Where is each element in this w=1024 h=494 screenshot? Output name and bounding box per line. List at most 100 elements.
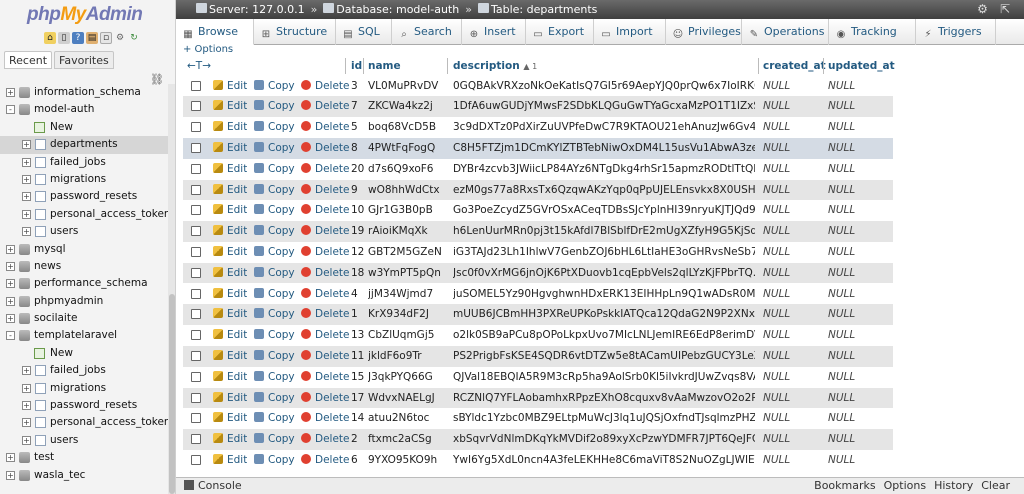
edit-link[interactable]: Edit [213,221,247,242]
edit-link[interactable]: Edit [213,304,247,325]
edit-link[interactable]: Edit [213,200,247,221]
copy-link[interactable]: Copy [254,200,295,221]
delete-link[interactable]: Delete [301,96,350,117]
console-bookmarks[interactable]: Bookmarks [814,479,875,492]
copy-link[interactable]: Copy [254,408,295,429]
tab-export[interactable]: ▭ Export [526,19,594,45]
reload-icon[interactable]: ↻ [128,32,140,44]
breadcrumb-database[interactable]: Database: model-auth [323,3,459,16]
row-checkbox[interactable] [191,184,201,195]
row-checkbox[interactable] [191,413,201,424]
new-table-node[interactable]: New [0,345,168,362]
edit-link[interactable]: Edit [213,76,247,97]
copy-link[interactable]: Copy [254,325,295,346]
edit-link[interactable]: Edit [213,263,247,284]
tab-browse[interactable]: ▦ Browse [176,19,254,45]
breadcrumb-table[interactable]: Table: departments [477,3,597,16]
expand-icon[interactable]: + [22,366,31,376]
query-window-icon[interactable]: ▫ [100,32,112,44]
edit-link[interactable]: Edit [213,96,247,117]
expand-icon[interactable]: + [22,435,31,445]
table-node[interactable]: + users [0,432,168,449]
tab-triggers[interactable]: ⚡ Triggers [916,19,996,45]
tab-import[interactable]: ▭ Import [594,19,666,45]
row-checkbox[interactable] [191,163,201,174]
settings-icon[interactable]: ⚙ [114,32,126,44]
recent-tab[interactable]: Recent [4,51,53,69]
database-node[interactable]: + socilaite [0,310,168,327]
edit-link[interactable]: Edit [213,325,247,346]
edit-link[interactable]: Edit [213,367,247,388]
help-icon[interactable]: ? [72,32,84,44]
row-checkbox[interactable] [191,350,201,361]
delete-link[interactable]: Delete [301,304,350,325]
delete-link[interactable]: Delete [301,263,350,284]
table-node[interactable]: + users [0,223,168,240]
collapse-icon[interactable]: ⇱ [1000,2,1010,16]
expand-icon[interactable]: + [6,453,15,463]
copy-link[interactable]: Copy [254,367,295,388]
delete-link[interactable]: Delete [301,408,350,429]
delete-link[interactable]: Delete [301,367,350,388]
table-node[interactable]: + password_resets [0,188,168,205]
delete-link[interactable]: Delete [301,450,350,471]
tab-sql[interactable]: ▤ SQL [336,19,392,45]
database-node[interactable]: - model-auth [0,101,168,118]
home-icon[interactable]: ⌂ [44,32,56,44]
row-checkbox[interactable] [191,392,201,403]
copy-link[interactable]: Copy [254,76,295,97]
copy-link[interactable]: Copy [254,180,295,201]
expand-icon[interactable]: + [6,470,15,480]
tab-privileges[interactable]: ☺ Privileges [666,19,742,45]
expand-icon[interactable]: + [6,296,15,306]
console-options[interactable]: Options [884,479,926,492]
edit-link[interactable]: Edit [213,242,247,263]
column-header-id[interactable]: id [351,58,362,74]
row-checkbox[interactable] [191,434,201,445]
tab-operations[interactable]: ✎ Operations [742,19,829,45]
delete-link[interactable]: Delete [301,138,350,159]
tab-insert[interactable]: ⊕ Insert [462,19,526,45]
row-checkbox[interactable] [191,454,201,465]
column-arrows-icon[interactable]: ←T→ [187,58,211,74]
table-node[interactable]: + departments [0,136,168,154]
collapse-icon[interactable]: - [6,105,15,115]
database-node[interactable]: + news [0,258,168,275]
expand-icon[interactable]: + [22,401,31,411]
edit-link[interactable]: Edit [213,138,247,159]
console-toggle[interactable]: Console [184,479,242,492]
row-checkbox[interactable] [191,142,201,153]
database-node[interactable]: + phpmyadmin [0,293,168,310]
copy-link[interactable]: Copy [254,159,295,180]
breadcrumb-server[interactable]: Server: 127.0.0.1 [196,3,305,16]
edit-link[interactable]: Edit [213,284,247,305]
expand-icon[interactable]: + [22,140,31,150]
delete-link[interactable]: Delete [301,76,350,97]
logout-icon[interactable]: ▯ [58,32,70,44]
expand-icon[interactable]: + [22,192,31,202]
copy-link[interactable]: Copy [254,304,295,325]
database-node[interactable]: + mysql [0,241,168,258]
expand-icon[interactable]: + [22,209,31,219]
edit-link[interactable]: Edit [213,388,247,409]
column-header-name[interactable]: name [368,58,401,74]
copy-link[interactable]: Copy [254,242,295,263]
tab-structure[interactable]: ⊞ Structure [254,19,336,45]
expand-icon[interactable]: + [22,383,31,393]
copy-link[interactable]: Copy [254,346,295,367]
delete-link[interactable]: Delete [301,117,350,138]
tab-search[interactable]: ⌕ Search [392,19,462,45]
delete-link[interactable]: Delete [301,180,350,201]
database-node[interactable]: + wasla_tec [0,467,168,484]
collapse-icon[interactable]: - [6,331,15,341]
expand-icon[interactable]: + [6,314,15,324]
row-checkbox[interactable] [191,80,201,91]
column-header-description[interactable]: description ▲ 1 [453,58,537,74]
copy-link[interactable]: Copy [254,284,295,305]
expand-icon[interactable]: + [6,88,15,97]
edit-link[interactable]: Edit [213,180,247,201]
copy-link[interactable]: Copy [254,388,295,409]
row-checkbox[interactable] [191,309,201,320]
row-checkbox[interactable] [191,122,201,133]
copy-link[interactable]: Copy [254,450,295,471]
